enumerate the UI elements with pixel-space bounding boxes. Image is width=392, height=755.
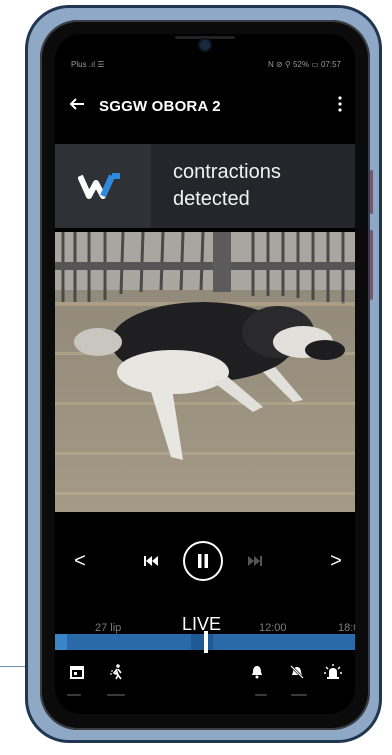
alarm-light-icon[interactable] (321, 660, 345, 684)
previous-day-button[interactable]: < (65, 539, 95, 583)
app-header: SGGW OBORA 2 (55, 90, 355, 122)
alert-line-1: contractions (173, 161, 281, 183)
camera-title: SGGW OBORA 2 (99, 97, 221, 115)
skip-forward-icon[interactable] (241, 539, 269, 583)
bottom-toolbar (55, 660, 355, 688)
status-bar: Plus .ıl ☰ N ⊘ ⚲ 52% ▭ 07:57 (71, 58, 341, 70)
status-left: Plus .ıl ☰ (71, 59, 105, 69)
pause-icon (183, 541, 223, 581)
hint-bar (107, 694, 125, 696)
app-logo (55, 144, 151, 228)
status-right: N ⊘ ⚲ 52% ▭ 07:57 (267, 59, 341, 69)
calendar-icon[interactable] (65, 660, 89, 684)
earpiece (175, 36, 235, 39)
power-button (370, 230, 373, 300)
pause-button[interactable] (181, 539, 225, 583)
live-label[interactable]: LIVE (182, 614, 221, 635)
back-arrow-icon[interactable] (55, 96, 99, 117)
alert-line-2: detected (173, 188, 250, 210)
camera-video-feed[interactable] (55, 232, 355, 512)
bell-off-icon[interactable] (285, 660, 309, 684)
alert-banner[interactable]: contractions detected (55, 144, 355, 228)
motion-walk-icon[interactable] (105, 660, 129, 684)
timeline-segment (55, 634, 67, 650)
bottom-label-hints (55, 694, 355, 704)
timeline-segment (191, 634, 213, 650)
more-menu-icon[interactable] (325, 95, 355, 117)
bell-icon[interactable] (245, 660, 269, 684)
timeline-playhead[interactable] (204, 631, 208, 653)
playback-controls: < > (55, 539, 355, 583)
date-label: 27 lip (95, 622, 122, 634)
hint-bar (255, 694, 267, 696)
phone-screen: Plus .ıl ☰ N ⊘ ⚲ 52% ▭ 07:57 SGGW OBORA … (55, 34, 355, 714)
phone-device: Plus .ıl ☰ N ⊘ ⚲ 52% ▭ 07:57 SGGW OBORA … (40, 20, 373, 730)
volume-button (370, 170, 373, 214)
next-day-button[interactable]: > (321, 539, 351, 583)
time-label-1800: 18:0 (338, 622, 355, 634)
hint-bar (291, 694, 307, 696)
w-logo-icon (78, 173, 120, 199)
skip-back-icon[interactable] (137, 539, 165, 583)
timeline-scrubber[interactable] (55, 631, 355, 653)
alert-text: contractions detected (151, 159, 281, 213)
front-camera (200, 40, 210, 50)
time-label-1200: 12:00 (259, 622, 287, 634)
hint-bar (67, 694, 81, 696)
